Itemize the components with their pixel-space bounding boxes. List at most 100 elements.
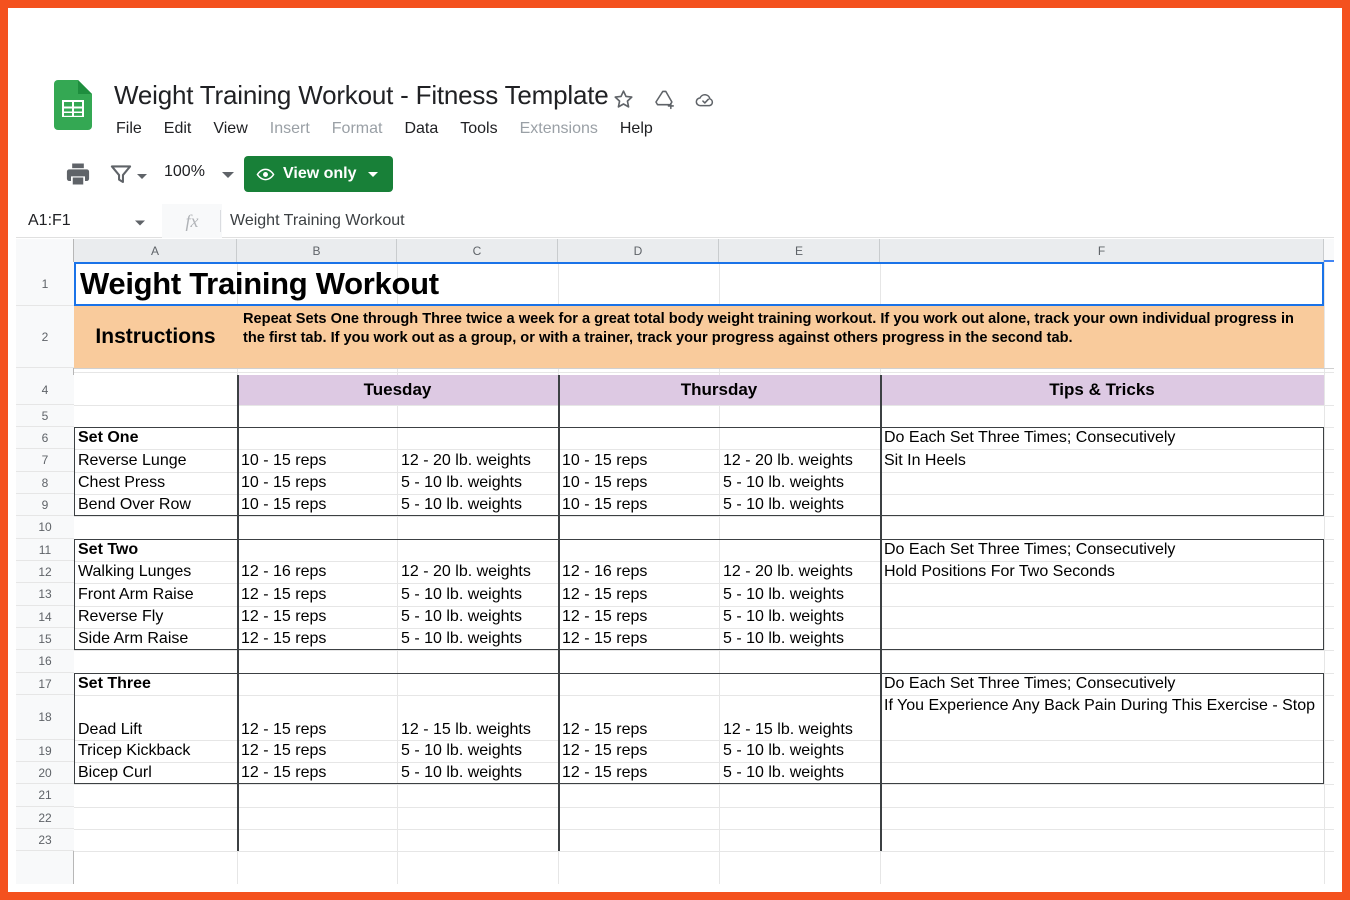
- menu-item-edit[interactable]: Edit: [164, 120, 192, 138]
- row-header-23[interactable]: 23: [16, 829, 74, 851]
- cell-d7-reps[interactable]: 10 - 15 reps: [558, 449, 719, 472]
- cell-f12-tip[interactable]: Hold Positions For Two Seconds: [880, 561, 1324, 583]
- cell-bc4-tuesday-header[interactable]: Tuesday: [237, 375, 558, 405]
- cell-de4-thursday-header[interactable]: Thursday: [558, 375, 880, 405]
- row-header-2[interactable]: 2: [16, 306, 74, 368]
- formula-input[interactable]: Weight Training Workout: [230, 204, 1334, 238]
- cell-c18-weight[interactable]: 12 - 15 lb. weights: [397, 695, 558, 740]
- cell-f4-tips-header[interactable]: Tips & Tricks: [880, 375, 1324, 405]
- cell-b13-reps[interactable]: 12 - 15 reps: [237, 583, 397, 606]
- cell-a9-exercise[interactable]: Bend Over Row: [74, 494, 237, 516]
- cell-b18-reps[interactable]: 12 - 15 reps: [237, 695, 397, 740]
- column-header-f[interactable]: F: [880, 239, 1324, 262]
- row-header-10[interactable]: 10: [16, 516, 74, 539]
- cell-a6-set-one[interactable]: Set One: [74, 427, 237, 449]
- cell-d13-reps[interactable]: 12 - 15 reps: [558, 583, 719, 606]
- cell-c15-weight[interactable]: 5 - 10 lb. weights: [397, 628, 558, 650]
- cell-c13-weight[interactable]: 5 - 10 lb. weights: [397, 583, 558, 606]
- cell-b14-reps[interactable]: 12 - 15 reps: [237, 606, 397, 628]
- cell-a20-exercise[interactable]: Bicep Curl: [74, 762, 237, 784]
- cell-e20-weight[interactable]: 5 - 10 lb. weights: [719, 762, 880, 784]
- row-header-17[interactable]: 17: [16, 673, 74, 695]
- cell-e14-weight[interactable]: 5 - 10 lb. weights: [719, 606, 880, 628]
- cell-c9-weight[interactable]: 5 - 10 lb. weights: [397, 494, 558, 516]
- column-header-c[interactable]: C: [397, 239, 558, 262]
- row-header-21[interactable]: 21: [16, 784, 74, 807]
- cell-f6-tip[interactable]: Do Each Set Three Times; Consecutively: [880, 427, 1324, 449]
- cell-b2-instructions-text[interactable]: Repeat Sets One through Three twice a we…: [237, 306, 1324, 368]
- row-header-4[interactable]: 4: [16, 375, 74, 405]
- cell-d12-reps[interactable]: 12 - 16 reps: [558, 561, 719, 583]
- row-header-6[interactable]: 6: [16, 427, 74, 449]
- menu-item-help[interactable]: Help: [620, 120, 653, 138]
- row-header-19[interactable]: 19: [16, 740, 74, 762]
- row-header-1[interactable]: 1: [16, 262, 74, 306]
- cell-a7-exercise[interactable]: Reverse Lunge: [74, 449, 237, 472]
- cell-c14-weight[interactable]: 5 - 10 lb. weights: [397, 606, 558, 628]
- cell-d20-reps[interactable]: 12 - 15 reps: [558, 762, 719, 784]
- cell-d15-reps[interactable]: 12 - 15 reps: [558, 628, 719, 650]
- cell-f7-tip[interactable]: Sit In Heels: [880, 449, 1324, 472]
- cell-c8-weight[interactable]: 5 - 10 lb. weights: [397, 472, 558, 494]
- cell-c12-weight[interactable]: 12 - 20 lb. weights: [397, 561, 558, 583]
- cell-e9-weight[interactable]: 5 - 10 lb. weights: [719, 494, 880, 516]
- cell-c19-weight[interactable]: 5 - 10 lb. weights: [397, 740, 558, 762]
- cell-c20-weight[interactable]: 5 - 10 lb. weights: [397, 762, 558, 784]
- menu-item-tools[interactable]: Tools: [460, 120, 497, 138]
- row-header-11[interactable]: 11: [16, 539, 74, 561]
- cell-b20-reps[interactable]: 12 - 15 reps: [237, 762, 397, 784]
- cloud-saved-icon[interactable]: [694, 88, 717, 111]
- cell-d8-reps[interactable]: 10 - 15 reps: [558, 472, 719, 494]
- cell-e8-weight[interactable]: 5 - 10 lb. weights: [719, 472, 880, 494]
- cell-d9-reps[interactable]: 10 - 15 reps: [558, 494, 719, 516]
- menu-item-extensions[interactable]: Extensions: [520, 120, 598, 138]
- row-header-22[interactable]: 22: [16, 807, 74, 829]
- cell-a13-exercise[interactable]: Front Arm Raise: [74, 583, 237, 606]
- row-header-8[interactable]: 8: [16, 472, 74, 494]
- cell-d18-reps[interactable]: 12 - 15 reps: [558, 695, 719, 740]
- row-header-20[interactable]: 20: [16, 762, 74, 784]
- cell-f18-tip[interactable]: If You Experience Any Back Pain During T…: [880, 695, 1324, 740]
- row-header-7[interactable]: 7: [16, 449, 74, 472]
- cell-f11-tip[interactable]: Do Each Set Three Times; Consecutively: [880, 539, 1324, 561]
- name-box-caret-icon[interactable]: [134, 219, 146, 226]
- cell-b12-reps[interactable]: 12 - 16 reps: [237, 561, 397, 583]
- cell-e15-weight[interactable]: 5 - 10 lb. weights: [719, 628, 880, 650]
- row-header-9[interactable]: 9: [16, 494, 74, 516]
- menu-item-data[interactable]: Data: [404, 120, 438, 138]
- filter-dropdown-caret-icon[interactable]: [136, 172, 148, 180]
- cell-a1-title[interactable]: Weight Training Workout: [76, 262, 1334, 306]
- row-header-14[interactable]: 14: [16, 606, 74, 628]
- select-all-corner[interactable]: [16, 239, 74, 262]
- print-icon[interactable]: [64, 160, 92, 188]
- document-title[interactable]: Weight Training Workout - Fitness Templa…: [114, 80, 609, 111]
- cell-b19-reps[interactable]: 12 - 15 reps: [237, 740, 397, 762]
- cell-a18-exercise[interactable]: Dead Lift: [74, 695, 237, 740]
- row-header-15[interactable]: 15: [16, 628, 74, 650]
- column-header-a[interactable]: A: [74, 239, 237, 262]
- cell-b15-reps[interactable]: 12 - 15 reps: [237, 628, 397, 650]
- row-header-18[interactable]: 18: [16, 695, 74, 740]
- cell-a11-set-two[interactable]: Set Two: [74, 539, 237, 561]
- cell-a17-set-three[interactable]: Set Three: [74, 673, 237, 695]
- cell-a19-exercise[interactable]: Tricep Kickback: [74, 740, 237, 762]
- cell-a14-exercise[interactable]: Reverse Fly: [74, 606, 237, 628]
- row-header-12[interactable]: 12: [16, 561, 74, 583]
- cell-a15-exercise[interactable]: Side Arm Raise: [74, 628, 237, 650]
- cell-e19-weight[interactable]: 5 - 10 lb. weights: [719, 740, 880, 762]
- filter-icon[interactable]: [108, 160, 134, 188]
- zoom-level-value[interactable]: 100%: [164, 163, 205, 181]
- cell-a2-instructions-label[interactable]: Instructions: [74, 306, 237, 368]
- menu-item-file[interactable]: File: [116, 120, 142, 138]
- column-header-b[interactable]: B: [237, 239, 397, 262]
- move-to-drive-icon[interactable]: [653, 88, 676, 111]
- cell-a12-exercise[interactable]: Walking Lunges: [74, 561, 237, 583]
- cell-d19-reps[interactable]: 12 - 15 reps: [558, 740, 719, 762]
- zoom-dropdown-caret-icon[interactable]: [221, 170, 235, 179]
- cell-b8-reps[interactable]: 10 - 15 reps: [237, 472, 397, 494]
- column-header-e[interactable]: E: [719, 239, 880, 262]
- cell-d14-reps[interactable]: 12 - 15 reps: [558, 606, 719, 628]
- cell-a8-exercise[interactable]: Chest Press: [74, 472, 237, 494]
- row-header-5[interactable]: 5: [16, 405, 74, 427]
- cell-e13-weight[interactable]: 5 - 10 lb. weights: [719, 583, 880, 606]
